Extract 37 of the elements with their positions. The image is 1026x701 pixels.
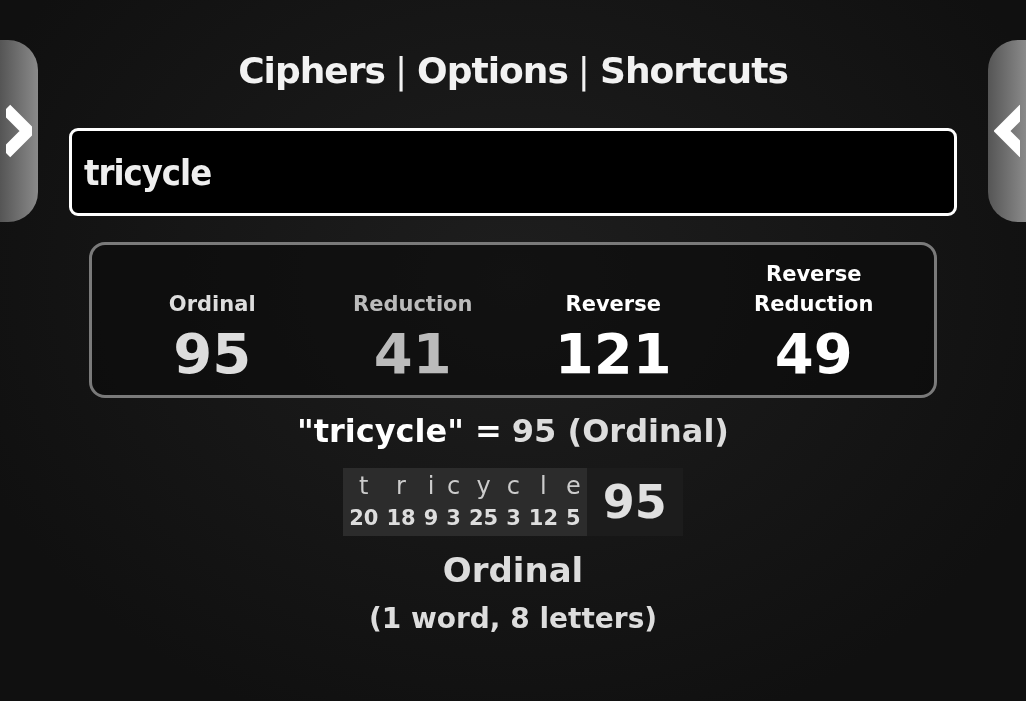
letter-value: 3 [446,505,461,532]
cipher-value: 95 [173,319,252,387]
cipher-value: 49 [774,319,853,387]
letter: c [446,471,461,502]
letter: e [566,471,581,502]
cipher-value: 121 [554,319,672,387]
letter-value: 5 [566,505,581,532]
cipher-label[interactable]: Reverse [565,289,661,320]
cipher-value: 41 [373,319,452,387]
result-phrase: "tricycle" = [297,412,502,450]
letter: y [475,471,492,502]
cipher-label[interactable]: Reverse Reduction [713,258,914,320]
cipher-label[interactable]: Ordinal [168,289,256,320]
next-tab[interactable] [0,40,38,222]
previous-tab[interactable] [988,40,1026,222]
cipher-name: Ordinal [442,550,584,590]
letter: l [539,471,548,502]
letter: i [426,471,436,502]
separator: | [394,49,408,91]
letter-value: 20 [349,505,379,532]
cipher-label[interactable]: Reduction [353,289,473,320]
letter: r [395,471,407,502]
nav-link[interactable]: Ciphers [238,49,385,91]
nav-link[interactable]: Options [417,49,568,91]
breakdown-total: 95 [586,468,683,536]
separator: | [577,49,590,91]
result-value: 95 (Ordinal) [511,412,729,450]
letter-value: 3 [506,505,521,532]
letter-value: 9 [423,505,439,532]
letter-value: 12 [528,505,558,532]
search-field[interactable]: tricycle [69,128,957,216]
letter-value: 25 [468,505,499,532]
letter-value: 18 [386,505,416,532]
word-summary: (1 word, 8 letters) [368,602,658,635]
letter: t [358,471,370,502]
nav-link[interactable]: Shortcuts [599,49,788,91]
letter: c [506,471,521,502]
